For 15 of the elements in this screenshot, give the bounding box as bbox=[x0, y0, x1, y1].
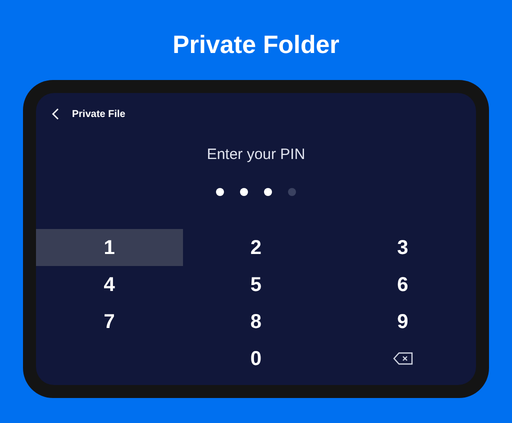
pin-prompt: Enter your PIN bbox=[206, 145, 306, 165]
keypad-key[interactable]: 4 bbox=[36, 266, 183, 303]
keypad-key[interactable]: 9 bbox=[329, 303, 476, 340]
header-title: Private File bbox=[72, 108, 126, 122]
keypad-key[interactable]: 6 bbox=[329, 266, 476, 303]
keypad-key[interactable]: 3 bbox=[329, 229, 476, 266]
backspace-icon bbox=[392, 352, 413, 365]
keypad-key[interactable]: 2 bbox=[182, 229, 330, 266]
keypad-key[interactable]: 0 bbox=[182, 340, 330, 377]
keypad-key[interactable]: 8 bbox=[182, 303, 330, 340]
page-title: Private Folder bbox=[172, 30, 340, 61]
keypad-key[interactable]: 5 bbox=[182, 266, 330, 303]
keypad-key[interactable]: 7 bbox=[36, 303, 183, 340]
back-button[interactable] bbox=[50, 107, 60, 121]
keypad-key[interactable]: 1 bbox=[36, 229, 183, 266]
